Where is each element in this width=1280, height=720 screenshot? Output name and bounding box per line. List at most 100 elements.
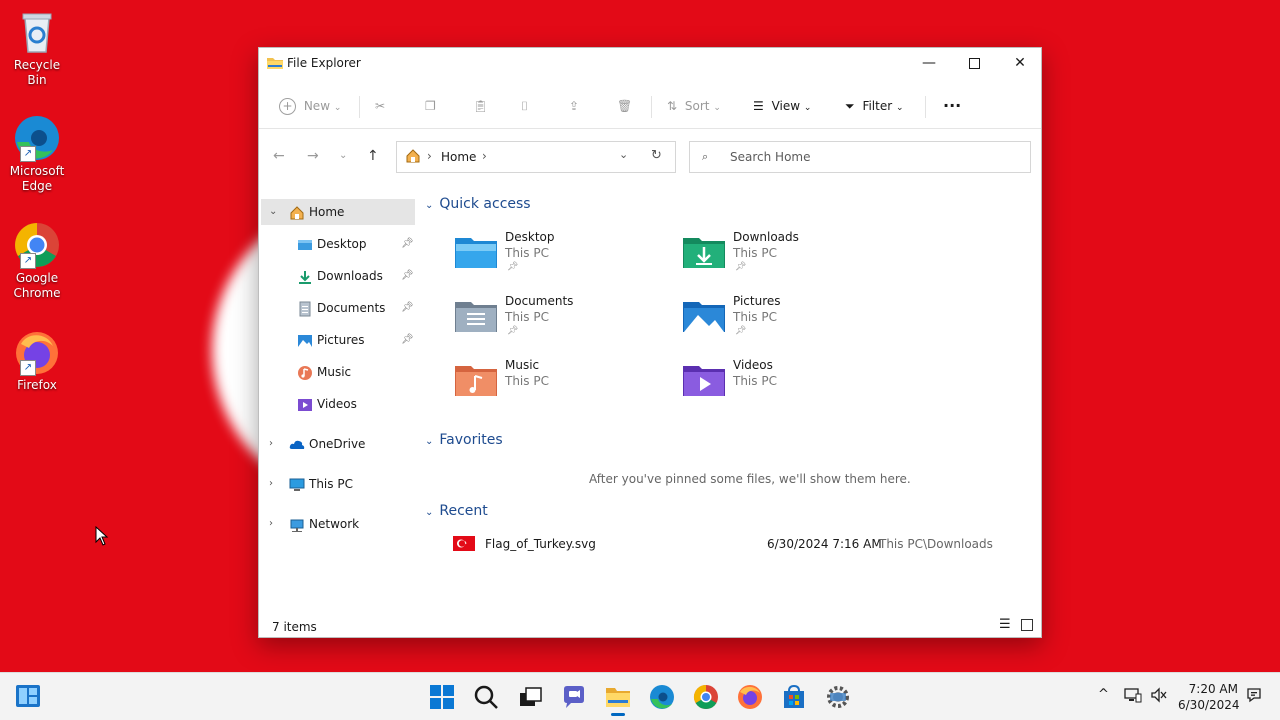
address-bar[interactable]: › Home › ⌄ ↻: [396, 141, 676, 173]
navigation-pane: ⌄ Home Desktop 📌︎ Downloads 📌︎ Documents: [259, 194, 417, 612]
view-button[interactable]: ☰ View ⌄: [753, 96, 811, 116]
chevron-down-icon: ⌄: [269, 206, 278, 217]
new-button[interactable]: + New ⌄: [279, 96, 341, 116]
copy-button[interactable]: ❐: [425, 96, 436, 116]
minimize-button[interactable]: —: [906, 48, 952, 78]
task-view-button[interactable]: [516, 683, 544, 711]
widgets-button[interactable]: [14, 682, 42, 710]
back-button[interactable]: ←: [273, 148, 285, 164]
sidebar-item-desktop[interactable]: Desktop 📌︎: [261, 231, 415, 257]
command-bar: + New ⌄ ✂ ❐ 📋︎ ⌷ ⇪ 🗑︎ ⇅ Sort ⌄ ☰ View ⌄ …: [259, 84, 1041, 129]
recent-locations-button[interactable]: ⌄: [339, 150, 347, 161]
documents-folder-icon: [455, 302, 497, 332]
sidebar-item-network[interactable]: › Network: [261, 511, 415, 537]
filter-button[interactable]: ⏷ Filter ⌄: [845, 96, 904, 116]
folder-icon: [606, 688, 630, 707]
quick-access-header[interactable]: ⌄ Quick access: [425, 196, 531, 212]
mouse-cursor-icon: [95, 526, 109, 546]
edge-taskbar-button[interactable]: [648, 683, 676, 711]
firefox-icon: [738, 685, 762, 709]
videos-folder-icon: [683, 366, 725, 396]
cut-button[interactable]: ✂: [375, 96, 385, 116]
paste-button[interactable]: 📋︎: [473, 96, 488, 116]
pin-icon: 📌︎: [401, 270, 414, 281]
quick-access-desktop[interactable]: Desktop This PC 📌︎: [455, 230, 655, 282]
show-hidden-icons-button[interactable]: ^: [1098, 687, 1109, 702]
pin-icon: 📌︎: [401, 334, 414, 345]
quick-access-downloads[interactable]: Downloads This PC 📌︎: [683, 230, 883, 282]
clock[interactable]: 7:20 AM 6/30/2024: [1178, 681, 1240, 713]
maximize-button[interactable]: [951, 48, 997, 78]
firefox-taskbar-button[interactable]: [736, 683, 764, 711]
delete-button[interactable]: 🗑︎: [617, 96, 632, 116]
sidebar-item-home[interactable]: ⌄ Home: [261, 199, 415, 225]
sidebar-item-onedrive[interactable]: › OneDrive: [261, 431, 415, 457]
recycle-bin-icon: [13, 8, 61, 56]
quick-access-videos[interactable]: Videos This PC: [683, 358, 883, 410]
rename-button[interactable]: ⌷: [521, 96, 528, 116]
sidebar-item-pictures[interactable]: Pictures 📌︎: [261, 327, 415, 353]
desktop-icon-recycle-bin[interactable]: Recycle Bin: [4, 8, 70, 88]
sort-button[interactable]: ⇅ Sort ⌄: [667, 96, 721, 116]
quick-access-pictures[interactable]: Pictures This PC 📌︎: [683, 294, 883, 346]
close-button[interactable]: ✕: [997, 48, 1043, 78]
store-taskbar-button[interactable]: [780, 683, 808, 711]
sort-icon: ⇅: [667, 99, 678, 113]
sidebar-item-downloads[interactable]: Downloads 📌︎: [261, 263, 415, 289]
forward-button[interactable]: →: [307, 148, 319, 164]
cloud-icon: [289, 436, 305, 452]
volume-muted-icon[interactable]: [1150, 687, 1168, 707]
home-icon: [289, 204, 305, 220]
search-placeholder: Search Home: [730, 150, 811, 164]
file-explorer-taskbar-button[interactable]: [604, 683, 632, 716]
large-icons-view-icon[interactable]: [1021, 619, 1033, 634]
sidebar-item-music[interactable]: Music: [261, 359, 415, 385]
search-taskbar-button[interactable]: [472, 683, 500, 711]
desktop-icon-chrome[interactable]: ↗ Google Chrome: [4, 221, 70, 301]
file-explorer-window: File Explorer — ✕ + New ⌄ ✂ ❐ 📋︎ ⌷ ⇪ 🗑︎ …: [258, 47, 1042, 638]
quick-access-music[interactable]: Music This PC: [455, 358, 655, 410]
chevron-down-icon: ⌄: [333, 103, 342, 113]
edge-icon: ↗: [13, 114, 61, 162]
recent-file-location: This PC\Downloads: [879, 537, 993, 551]
view-icon: ☰: [753, 99, 764, 113]
address-dropdown-icon[interactable]: ⌄: [619, 148, 628, 161]
share-button[interactable]: ⇪: [569, 96, 579, 116]
sidebar-item-videos[interactable]: Videos: [261, 391, 415, 417]
network-icon: [289, 516, 305, 532]
start-button[interactable]: [428, 683, 456, 711]
network-tray-icon[interactable]: [1124, 687, 1142, 707]
sidebar-item-documents[interactable]: Documents 📌︎: [261, 295, 415, 321]
quick-access-documents[interactable]: Documents This PC 📌︎: [455, 294, 655, 346]
title-bar[interactable]: File Explorer — ✕: [259, 48, 1041, 78]
chat-button[interactable]: [560, 683, 588, 711]
music-icon: [297, 364, 313, 380]
maximize-icon: [968, 58, 980, 69]
refresh-icon[interactable]: ↻: [651, 148, 662, 163]
chevron-right-icon: ›: [269, 518, 273, 529]
chrome-taskbar-button[interactable]: [692, 683, 720, 711]
content-pane: ⌄ Quick access Desktop This PC 📌︎ Downloa…: [419, 194, 1039, 612]
control-panel-taskbar-button[interactable]: [824, 683, 852, 711]
more-options-button[interactable]: ···: [943, 96, 961, 116]
share-icon: ⇪: [569, 99, 580, 113]
pictures-folder-icon: [683, 302, 725, 332]
details-view-icon[interactable]: ☰: [999, 617, 1011, 632]
music-folder-icon: [455, 366, 497, 396]
up-button[interactable]: ↑: [367, 148, 379, 164]
videos-icon: [297, 396, 313, 412]
desktop-folder-icon: [455, 238, 497, 268]
recent-header[interactable]: ⌄ Recent: [425, 503, 488, 519]
desktop-icon-firefox[interactable]: ↗ Firefox: [4, 328, 70, 393]
breadcrumb-home[interactable]: Home: [441, 150, 476, 164]
table-row[interactable]: Flag_of_Turkey.svg 6/30/2024 7:16 AM Thi…: [449, 532, 1029, 556]
pin-icon: 📌︎: [507, 262, 519, 272]
favorites-header[interactable]: ⌄ Favorites: [425, 432, 503, 448]
search-box[interactable]: ⌕ Search Home: [689, 141, 1031, 173]
desktop-icon-edge[interactable]: ↗ Microsoft Edge: [4, 114, 70, 194]
chrome-icon: [693, 685, 718, 710]
shortcut-arrow-icon: ↗: [20, 253, 36, 269]
notification-icon[interactable]: [1246, 687, 1262, 707]
sidebar-item-this-pc[interactable]: › This PC: [261, 471, 415, 497]
toolbar-divider: [359, 96, 360, 118]
